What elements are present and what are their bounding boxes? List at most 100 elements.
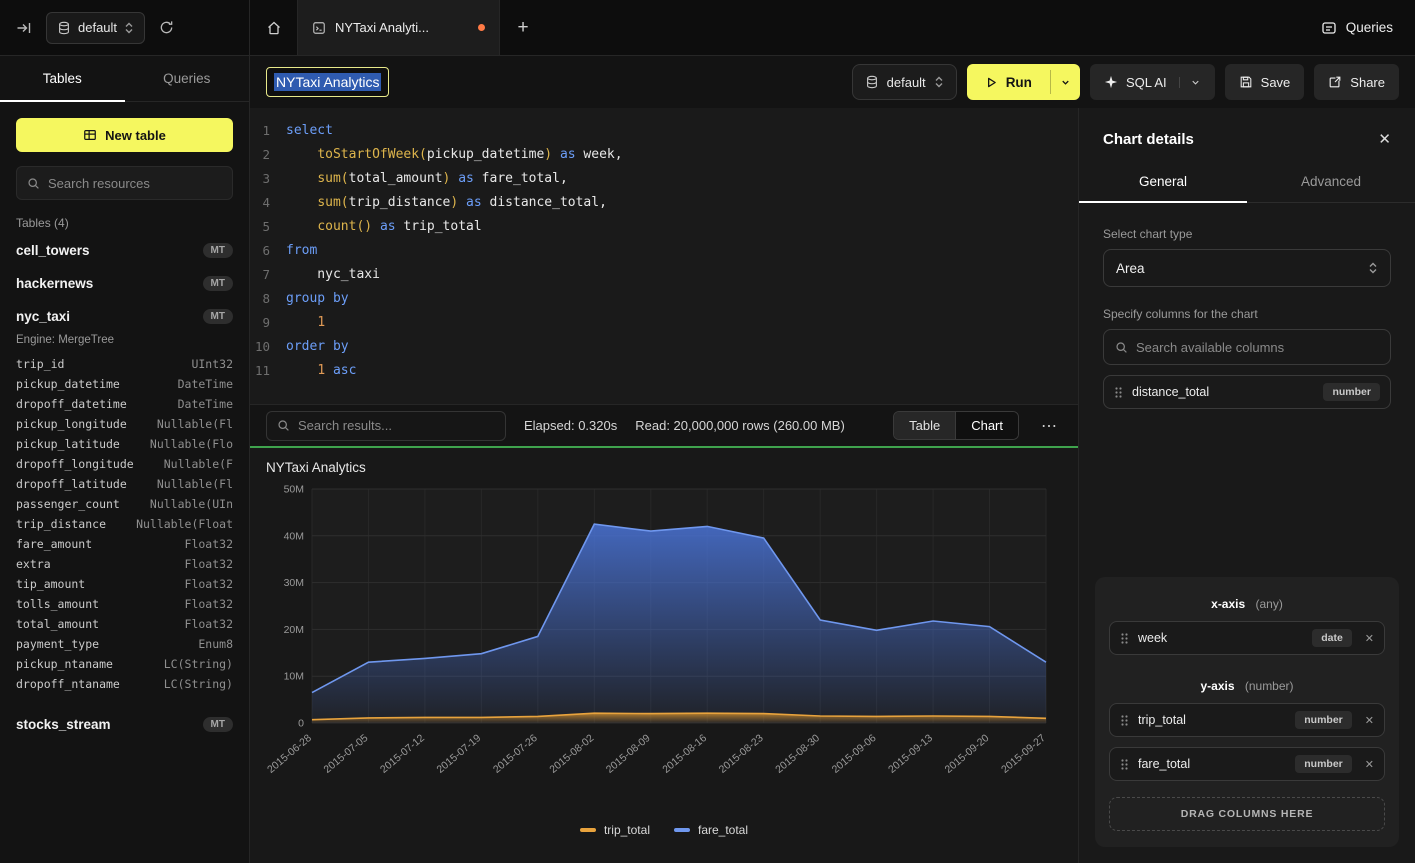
query-header: NYTaxi Analytics default Run <box>250 56 1415 108</box>
queries-button[interactable]: Queries <box>1321 20 1393 36</box>
code-text: 1 asc <box>286 363 356 378</box>
sql-editor[interactable]: 1select2 toStartOfWeek(pickup_datetime) … <box>250 108 1078 404</box>
tab-nytaxi-analytics[interactable]: NYTaxi Analyti... <box>298 0 500 55</box>
chart-panel-title: Chart details <box>1103 131 1194 148</box>
chart-type-select[interactable]: Area <box>1103 249 1391 287</box>
code-text: 1 <box>286 315 325 330</box>
remove-column-icon[interactable]: ✕ <box>1365 632 1374 645</box>
close-panel-button[interactable]: ✕ <box>1378 130 1391 148</box>
legend-item-trip_total[interactable]: trip_total <box>580 823 650 837</box>
more-options-button[interactable]: ⋯ <box>1037 416 1062 436</box>
drop-zone[interactable]: DRAG COLUMNS HERE <box>1109 797 1385 831</box>
chevron-updown-icon <box>934 75 944 89</box>
code-line-7[interactable]: 7 nyc_taxi <box>250 262 1078 286</box>
table-name: hackernews <box>16 276 93 291</box>
sidebar-search-input[interactable] <box>48 176 222 191</box>
y-axis-label: y-axis <box>1200 679 1234 693</box>
view-chart-button[interactable]: Chart <box>955 412 1018 439</box>
code-line-5[interactable]: 5 count() as trip_total <box>250 214 1078 238</box>
table-item-stocks_stream[interactable]: stocks_streamMT <box>16 708 233 741</box>
query-title-input[interactable]: NYTaxi Analytics <box>266 67 389 97</box>
column-item: trip_distanceNullable(Float <box>16 514 233 534</box>
sidebar-tab-tables[interactable]: Tables <box>0 56 125 101</box>
save-button[interactable]: Save <box>1225 64 1305 100</box>
refresh-icon <box>159 20 174 35</box>
unsaved-indicator <box>478 24 485 31</box>
column-row-week[interactable]: weekdate✕ <box>1109 621 1385 655</box>
query-database-selector[interactable]: default <box>852 64 957 100</box>
svg-text:2015-09-13: 2015-09-13 <box>886 732 935 776</box>
table-item-hackernews[interactable]: hackernewsMT <box>16 267 233 300</box>
code-line-6[interactable]: 6from <box>250 238 1078 262</box>
column-row-distance_total[interactable]: distance_totalnumber <box>1103 375 1391 409</box>
run-button[interactable]: Run <box>967 64 1050 100</box>
drag-handle-icon[interactable] <box>1120 758 1129 771</box>
content-row: 1select2 toStartOfWeek(pickup_datetime) … <box>250 108 1415 863</box>
code-line-1[interactable]: 1select <box>250 118 1078 142</box>
svg-text:2015-06-28: 2015-06-28 <box>266 732 314 776</box>
chart-panel-top: Select chart type Area Specify columns f… <box>1079 203 1415 409</box>
columns-search-input[interactable] <box>1136 340 1379 355</box>
run-options-button[interactable] <box>1051 64 1080 100</box>
engine-label: Engine: MergeTree <box>16 334 233 346</box>
columns-search <box>1103 329 1391 365</box>
results-chart[interactable]: 010M20M30M40M50M2015-06-282015-07-052015… <box>266 481 1062 815</box>
results-search-input[interactable] <box>298 418 495 433</box>
results-toolbar: Elapsed: 0.320s Read: 20,000,000 rows (2… <box>250 404 1078 446</box>
sql-ai-options[interactable] <box>1179 77 1201 88</box>
column-item: payment_typeEnum8 <box>16 634 233 654</box>
collapse-sidebar-button[interactable] <box>12 16 36 40</box>
topbar-database-selector[interactable]: default <box>46 12 145 44</box>
line-number: 9 <box>250 315 286 330</box>
columns-label: Specify columns for the chart <box>1103 307 1391 321</box>
table-name: stocks_stream <box>16 717 111 732</box>
code-line-4[interactable]: 4 sum(trip_distance) as distance_total, <box>250 190 1078 214</box>
code-text: count() as trip_total <box>286 219 482 234</box>
column-row-trip_total[interactable]: trip_totalnumber✕ <box>1109 703 1385 737</box>
drag-handle-icon[interactable] <box>1114 386 1123 399</box>
column-item: passenger_countNullable(UIn <box>16 494 233 514</box>
view-table-button[interactable]: Table <box>894 412 955 439</box>
refresh-button[interactable] <box>155 16 178 39</box>
drag-handle-icon[interactable] <box>1120 632 1129 645</box>
new-tab-button[interactable]: + <box>500 0 546 55</box>
table-item-cell_towers[interactable]: cell_towersMT <box>16 234 233 267</box>
results-search <box>266 411 506 441</box>
axes-config-block: x-axis (any) weekdate✕ y-axis (number) t… <box>1095 577 1399 847</box>
code-line-8[interactable]: 8group by <box>250 286 1078 310</box>
code-line-11[interactable]: 11 1 asc <box>250 358 1078 382</box>
svg-text:2015-09-06: 2015-09-06 <box>830 732 879 776</box>
column-item: tolls_amountFloat32 <box>16 594 233 614</box>
legend-item-fare_total[interactable]: fare_total <box>674 823 748 837</box>
home-tab[interactable] <box>250 0 298 55</box>
chevron-down-icon <box>1060 77 1071 88</box>
tab-general[interactable]: General <box>1079 164 1247 202</box>
line-number: 8 <box>250 291 286 306</box>
sql-ai-button[interactable]: SQL AI <box>1090 64 1215 100</box>
chart-panel-header: Chart details ✕ <box>1079 108 1415 164</box>
body-row: Tables Queries New table Tables (4) cell… <box>0 56 1415 863</box>
drag-handle-icon[interactable] <box>1120 714 1129 727</box>
x-axis-label: x-axis <box>1211 597 1245 611</box>
main-column: NYTaxi Analytics default Run <box>250 56 1415 863</box>
type-badge: number <box>1295 755 1352 773</box>
code-line-10[interactable]: 10order by <box>250 334 1078 358</box>
column-row-fare_total[interactable]: fare_totalnumber✕ <box>1109 747 1385 781</box>
remove-column-icon[interactable]: ✕ <box>1365 758 1374 771</box>
column-item: total_amountFloat32 <box>16 614 233 634</box>
table-item-nyc_taxi[interactable]: nyc_taxiMT <box>16 300 233 333</box>
share-button[interactable]: Share <box>1314 64 1399 100</box>
tab-advanced[interactable]: Advanced <box>1247 164 1415 202</box>
code-line-2[interactable]: 2 toStartOfWeek(pickup_datetime) as week… <box>250 142 1078 166</box>
code-line-3[interactable]: 3 sum(total_amount) as fare_total, <box>250 166 1078 190</box>
sql-ai-label: SQL AI <box>1126 75 1167 90</box>
code-line-9[interactable]: 9 1 <box>250 310 1078 334</box>
remove-column-icon[interactable]: ✕ <box>1365 714 1374 727</box>
share-icon <box>1328 75 1342 89</box>
svg-text:2015-09-20: 2015-09-20 <box>943 732 992 776</box>
sidebar-tab-queries[interactable]: Queries <box>125 56 250 101</box>
svg-text:2015-07-19: 2015-07-19 <box>434 732 483 776</box>
new-table-button[interactable]: New table <box>16 118 233 152</box>
line-number: 10 <box>250 339 286 354</box>
chart-legend: trip_total fare_total <box>266 815 1062 845</box>
